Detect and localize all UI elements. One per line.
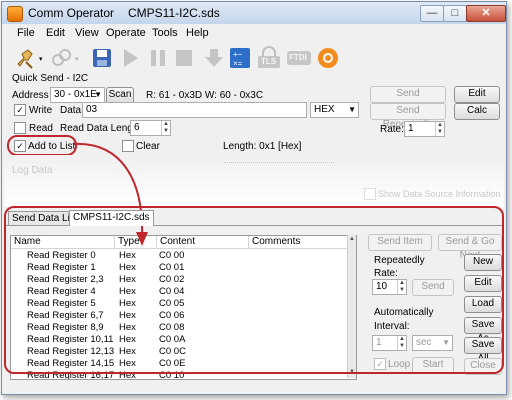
app-window: Comm Operator CMPS11-I2C.sds — □ ✕ File … (1, 1, 507, 395)
callout-arrow-icon (73, 142, 148, 246)
tab-cmps11-file[interactable]: CMPS11-I2C.sds (69, 210, 154, 226)
